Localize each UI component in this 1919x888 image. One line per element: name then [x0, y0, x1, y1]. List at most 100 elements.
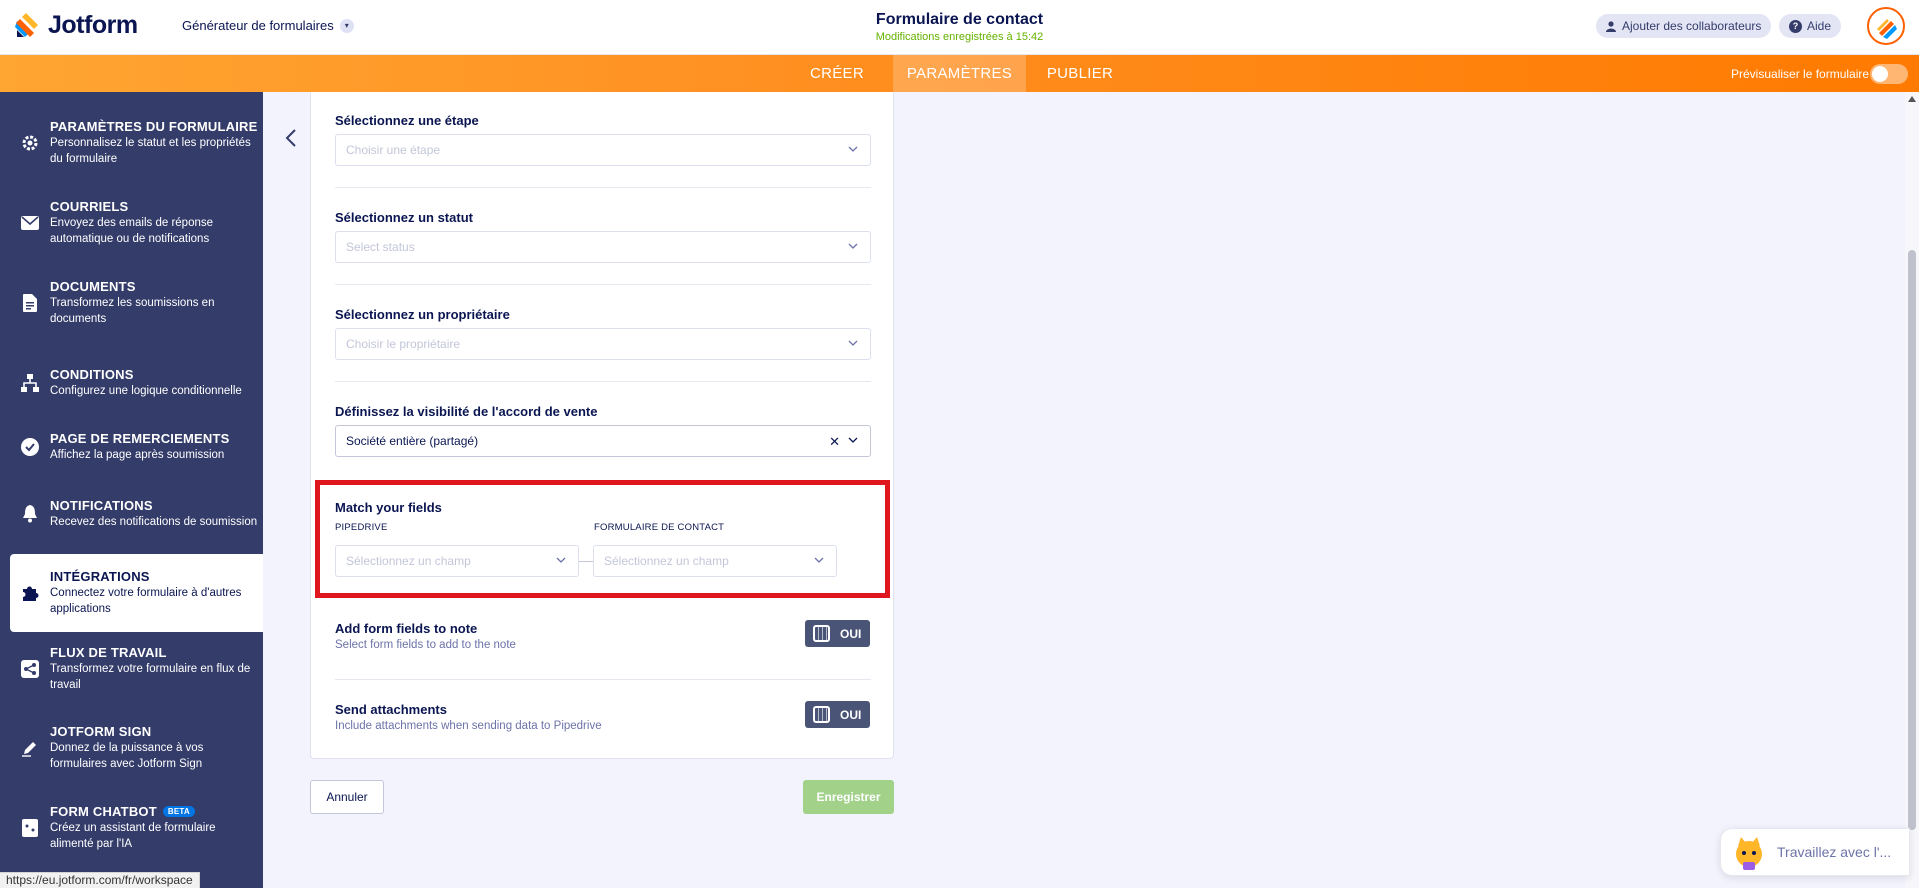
owner-placeholder: Choisir le propriétaire [346, 337, 461, 351]
collaborators-label: Ajouter des collaborateurs [1622, 19, 1762, 33]
sidebar-item-title: FLUX DE TRAVAIL [50, 645, 167, 660]
tab-creer[interactable]: CRÉER [793, 55, 881, 92]
chat-widget-text: Travaillez avec l'... [1777, 844, 1892, 860]
sidebar-item-workflow[interactable]: FLUX DE TRAVAIL Transformez votre formul… [0, 630, 263, 708]
preview-toggle[interactable] [1870, 64, 1908, 84]
back-arrow-icon[interactable] [281, 126, 301, 150]
sidebar-item-title: FORM CHATBOT [50, 804, 157, 819]
stage-field-label: Sélectionnez une étape [335, 113, 479, 128]
attachments-toggle-label: OUI [840, 707, 862, 722]
note-toggle[interactable]: OUI [805, 620, 870, 647]
scroll-up-arrow-icon[interactable] [1908, 96, 1916, 102]
sidebar-item-title: NOTIFICATIONS [50, 498, 153, 513]
sidebar-item-desc: Donnez de la puissance à vos formulaires… [50, 742, 204, 770]
scroll-thumb[interactable] [1908, 250, 1916, 830]
chevron-down-icon [848, 437, 858, 443]
envelope-icon [20, 213, 40, 233]
puzzle-icon [20, 583, 40, 603]
visibility-value: Société entière (partagé) [346, 434, 479, 448]
stage-select[interactable]: Choisir une étape [335, 134, 871, 166]
sidebar-item-desc: Personnalisez le statut et les propriété… [50, 137, 251, 165]
sidebar-item-jotform-sign[interactable]: JOTFORM SIGN Donnez de la puissance à vo… [0, 709, 263, 787]
tab-parametres[interactable]: PARAMÈTRES [893, 55, 1026, 92]
pen-icon [20, 738, 40, 758]
status-field-label: Sélectionnez un statut [335, 210, 473, 225]
clear-icon[interactable]: ✕ [829, 434, 840, 450]
sidebar-item-title: JOTFORM SIGN [50, 724, 152, 739]
note-toggle-label: OUI [840, 626, 862, 641]
sidebar-item-desc: Recevez des notifications de soumission [50, 516, 258, 528]
sidebar-item-desc: Connectez votre formulaire à d'autres ap… [50, 587, 242, 615]
avatar[interactable] [1867, 7, 1905, 45]
sidebar-item-title: PAGE DE REMERCIEMENTS [50, 431, 230, 446]
top-header: Jotform Générateur de formulaires ▾ Form… [0, 0, 1919, 55]
chevron-down-icon [848, 243, 858, 249]
cancel-button[interactable]: Annuler [310, 780, 384, 814]
attachments-toggle[interactable]: OUI [805, 701, 870, 728]
sidebar-item-desc: Transformez votre formulaire en flux de … [50, 663, 251, 691]
visibility-select[interactable]: Société entière (partagé) ✕ [335, 425, 871, 457]
owner-select[interactable]: Choisir le propriétaire [335, 328, 871, 360]
question-icon: ? [1789, 19, 1802, 33]
sidebar-item-title: COURRIELS [50, 199, 129, 214]
sidebar-item-integrations[interactable]: INTÉGRATIONS Connectez votre formulaire … [10, 554, 263, 632]
divider [335, 381, 871, 382]
divider [335, 679, 871, 680]
visibility-field-label: Définissez la visibilité de l'accord de … [335, 404, 598, 419]
status-placeholder: Select status [346, 240, 415, 254]
note-setting-title: Add form fields to note [335, 621, 478, 636]
integration-settings-card: Sélectionnez une étape Choisir une étape… [310, 92, 894, 759]
divider [335, 284, 871, 285]
check-circle-icon [20, 437, 40, 457]
add-collaborators-button[interactable]: Ajouter des collaborateurs [1596, 14, 1772, 38]
sidebar-item-desc: Envoyez des emails de réponse automatiqu… [50, 217, 214, 245]
sidebar-item-form-chatbot[interactable]: FORM CHATBOT BETA Créez un assistant de … [0, 789, 263, 867]
match-fields-highlight [315, 480, 890, 598]
document-icon [20, 293, 40, 313]
note-setting: Add form fields to note Select form fiel… [335, 621, 516, 651]
chevron-down-icon [848, 146, 858, 152]
stage-placeholder: Choisir une étape [346, 143, 441, 157]
help-button[interactable]: ? Aide [1779, 14, 1842, 38]
attachments-setting-title: Send attachments [335, 702, 447, 717]
status-bar-url: https://eu.jotform.com/fr/workspace [0, 872, 200, 888]
chevron-down-icon [848, 340, 858, 346]
help-label: Aide [1807, 19, 1832, 33]
preview-form-label: Prévisualiser le formulaire [1731, 67, 1870, 81]
sidebar-item-documents[interactable]: DOCUMENTS Transformez les soumissions en… [0, 264, 263, 342]
vertical-scrollbar[interactable] [1905, 92, 1919, 888]
beta-badge: BETA [162, 806, 195, 817]
tab-publier[interactable]: PUBLIER [1033, 55, 1127, 92]
sidebar-item-emails[interactable]: COURRIELS Envoyez des emails de réponse … [0, 184, 263, 262]
sitemap-icon [20, 373, 40, 393]
sidebar-item-title: DOCUMENTS [50, 279, 136, 294]
sidebar-item-desc: Configurez une logique conditionnelle [50, 385, 242, 397]
gear-icon [20, 133, 40, 153]
settings-sidebar: PARAMÈTRES DU FORMULAIRE Personnalisez l… [0, 92, 263, 888]
chatbot-icon [20, 818, 40, 838]
toggle-handle-icon [813, 706, 830, 723]
sidebar-item-desc: Affichez la page après soumission [50, 449, 225, 461]
mascot-icon [1736, 837, 1762, 870]
toggle-handle-icon [813, 625, 830, 642]
workflow-icon [20, 659, 40, 679]
ai-chat-widget[interactable]: Travaillez avec l'... [1720, 828, 1910, 876]
attachments-setting: Send attachments Include attachments whe… [335, 702, 602, 732]
status-select[interactable]: Select status [335, 231, 871, 263]
sidebar-item-form-settings[interactable]: PARAMÈTRES DU FORMULAIRE Personnalisez l… [0, 104, 263, 182]
owner-field-label: Sélectionnez un propriétaire [335, 307, 510, 322]
sidebar-item-notifications[interactable]: NOTIFICATIONS Recevez des notifications … [0, 475, 263, 553]
bell-icon [20, 504, 40, 524]
sidebar-item-title: CONDITIONS [50, 367, 134, 382]
divider [335, 187, 871, 188]
sidebar-item-title-row: FORM CHATBOT BETA [50, 804, 260, 819]
save-button[interactable]: Enregistrer [803, 780, 894, 814]
sidebar-item-title: INTÉGRATIONS [50, 569, 150, 584]
sidebar-item-title: PARAMÈTRES DU FORMULAIRE [50, 119, 258, 134]
attachments-setting-desc: Include attachments when sending data to… [335, 720, 602, 732]
note-setting-desc: Select form fields to add to the note [335, 639, 516, 651]
builder-nav-bar: CRÉER PARAMÈTRES PUBLIER Prévisualiser l… [0, 55, 1919, 92]
user-avatar-icon [1877, 19, 1897, 39]
sidebar-item-desc: Transformez les soumissions en documents [50, 297, 215, 325]
sidebar-item-desc: Créez un assistant de formulaire aliment… [50, 822, 216, 850]
